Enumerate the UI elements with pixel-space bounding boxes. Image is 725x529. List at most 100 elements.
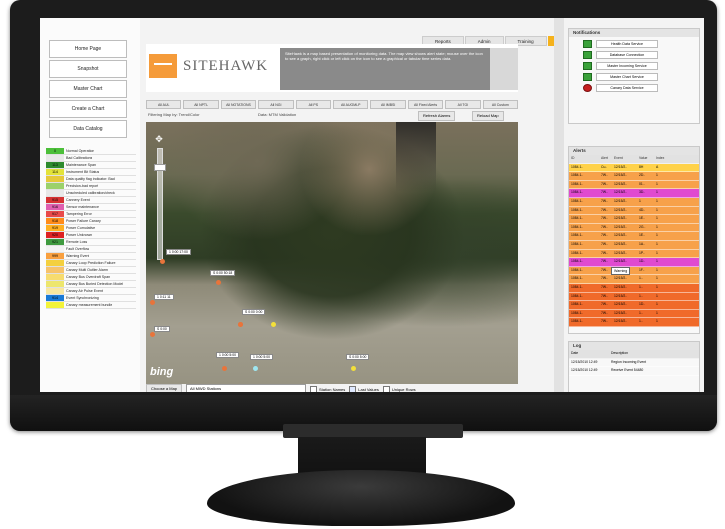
alert-row[interactable]: 1084.1.. Cu.. 12/15/2.. 8H A [569, 163, 699, 173]
log-panel: Log Date Description 12/15/2010 12:49 Reg… [568, 341, 700, 392]
alert-row[interactable]: 1084.1.. 7W.. 12/15/2.. 1E.. 1 [569, 232, 699, 241]
col-date[interactable]: Date [569, 350, 609, 358]
satellite-map[interactable]: ✥ 1 0:00 17:00 S 0:00 50:18 1 0:11 11 S … [146, 122, 518, 384]
alert-row[interactable]: 1084.1.. 7W.. 12/15/2.. 3D.. 1 [569, 189, 699, 198]
service-button[interactable]: Canary Data Service [596, 84, 658, 92]
page-scrollbar[interactable] [554, 18, 564, 392]
legend-label: Canary Loop Prediction Failure [66, 261, 116, 265]
zoom-control[interactable]: ✥ [154, 134, 166, 264]
alert-row[interactable]: 1084.1.. 7W.. 12/15/2.. 1D.. 1 [569, 301, 699, 310]
alert-row[interactable]: 1084.1.. 7W.. 12/15/2.. 1.. 1 [569, 283, 699, 293]
checkbox-box[interactable] [382, 385, 390, 392]
filter-button[interactable]: All NGI [258, 100, 294, 109]
alert-row[interactable]: 1084.1.. 7W.. 12/15/2.. 1.. 1 [569, 309, 699, 319]
col-index[interactable]: Index [654, 155, 668, 163]
filter-button[interactable]: All NOTATIONS [220, 100, 257, 109]
log-row[interactable]: 12/15/2010 12:49 Region Incoming Event [569, 359, 699, 368]
station-label: 1 0:00 5:00 [250, 354, 273, 361]
station-marker[interactable] [160, 259, 165, 264]
filter-button[interactable]: All NPTL [183, 100, 219, 109]
col-event[interactable]: Event [612, 155, 637, 163]
filter-button[interactable]: All IMBSI [370, 100, 406, 109]
refresh-alarms-button[interactable]: Refresh Alarms [418, 111, 456, 121]
master-chart-button[interactable]: Master Chart [49, 80, 127, 98]
service-item: Database Connection [583, 51, 699, 59]
station-marker[interactable] [351, 366, 356, 371]
filter-button[interactable]: All TGI [445, 100, 481, 109]
station-marker[interactable] [150, 300, 155, 305]
alert-row[interactable]: 1084.1.. 7W.. 12/15/2.. 1 1 [569, 197, 699, 207]
alert-row[interactable]: 1084.1.. 7W.. 12/15/2.. 1.. 1 [569, 292, 699, 302]
alert-cell: 7W.. [601, 284, 608, 289]
service-button[interactable]: Database Connection [596, 51, 658, 59]
alert-row[interactable]: 1084.1.. 7W.. 12/15/2.. 1.. 1 [569, 275, 699, 284]
station-marker[interactable] [150, 332, 155, 337]
checkbox-label: Unique Rows [391, 386, 416, 392]
data-catalog-button[interactable]: Data Catalog [49, 120, 127, 138]
alert-cell: 2D.. [639, 173, 646, 178]
alert-row[interactable]: 1084.1.. 7W.. 12/15/2.. 2G.. 1 [569, 223, 699, 233]
create-chart-button[interactable]: Create a Chart [49, 100, 127, 118]
station-marker[interactable] [216, 280, 221, 285]
zoom-slider-handle[interactable] [154, 164, 166, 171]
col-alert[interactable]: Alert [599, 155, 612, 163]
station-names-checkbox[interactable]: Station Names [310, 385, 345, 392]
log-date: 12/15/2010 12:49 [571, 368, 598, 373]
log-row[interactable]: 12/15/2010 12:49 Receive Event 54480 [569, 367, 699, 376]
station-marker[interactable] [238, 322, 243, 327]
filter-button[interactable]: All AUGMLP [333, 100, 369, 109]
filter-button[interactable]: All PS [295, 100, 332, 109]
service-button[interactable]: Master Incoming Service [596, 62, 658, 70]
service-button[interactable]: Master Chart Service [596, 73, 658, 81]
service-item: Master Incoming Service [583, 62, 699, 70]
alert-cell: 12/15/2.. [614, 302, 628, 307]
station-marker[interactable] [253, 366, 258, 371]
ok-status-icon [583, 40, 592, 48]
alert-row[interactable]: 1084.1.. 7W.. 12/15/2.. 1.. 1 [569, 318, 699, 327]
legend-swatch [46, 176, 64, 182]
station-label: S 0:00 50:18 [210, 270, 236, 277]
alert-legend: 0 Normal Operation Bad Calibrations 113 Main… [46, 148, 136, 309]
alert-cell: 1084.1.. [571, 216, 584, 221]
choose-map-button[interactable]: Choose a Map [146, 384, 183, 392]
legend-label: Canary Bus Buried Detection Model [66, 282, 124, 286]
station-marker[interactable] [222, 366, 227, 371]
alert-row[interactable]: 1084.1.. 7W.. 12/15/2.. 4D.. 1 [569, 206, 699, 216]
col-value[interactable]: Value [637, 155, 654, 163]
alert-row[interactable]: 1084.1.. 7W.. 12/15/2.. 2D.. 1 [569, 172, 699, 181]
alert-cell: 7W.. [601, 259, 608, 264]
legend-item: Canary Bus Overdraft Span [46, 274, 136, 281]
station-label: 1 0:00 17:00 [166, 249, 191, 256]
col-description[interactable]: Description [609, 350, 691, 358]
legend-item: 914 Event Synchronizing [46, 295, 136, 302]
reload-map-button[interactable]: Reload Map [472, 111, 504, 121]
station-marker[interactable] [271, 322, 276, 327]
log-header: Log [569, 342, 699, 350]
checkbox-box[interactable] [349, 385, 357, 392]
home-page-button[interactable]: Home Page [49, 40, 127, 58]
filter-button[interactable]: All Custom [482, 100, 519, 109]
legend-item: 0 Normal Operation [46, 148, 136, 155]
filter-button[interactable]: All Fixed Alerts [407, 100, 444, 109]
last-values-checkbox[interactable]: Last Values [349, 385, 379, 392]
station-select[interactable]: All MWD Stations [186, 384, 307, 392]
alert-cell: 7W.. [601, 293, 608, 298]
service-button[interactable]: Health Data Service [596, 40, 658, 48]
snapshot-button[interactable]: Snapshot [49, 60, 127, 78]
alert-row[interactable]: 1084.1.. 7W.. 12/15/2.. 1D.. 1 [569, 258, 699, 267]
legend-label: Canary Bus Overdraft Span [66, 275, 111, 279]
alert-row[interactable]: 1084.1.. 7W.. 12/15/2.. 01.. 1 [569, 180, 699, 190]
alert-row[interactable]: 1084.1.. 7W.. 12/15/2.. 1E.. 1 [569, 215, 699, 224]
alert-row[interactable]: 1084.1.. 7W.. 12/15/2.. 1P.. 1 [569, 249, 699, 259]
col-id[interactable]: ID [569, 155, 599, 163]
legend-swatch: 113 [46, 162, 64, 168]
alert-row[interactable]: 1084.1..7W..12/15/2..1F..1 [569, 266, 699, 276]
unique-rows-checkbox[interactable]: Unique Rows [382, 385, 416, 392]
filter-button[interactable]: All AUL [146, 100, 182, 109]
alert-row[interactable]: 1084.1.. 7W.. 12/15/2.. 1A.. 1 [569, 240, 699, 250]
alert-cell: 1 [656, 276, 658, 281]
pan-compass-icon[interactable]: ✥ [154, 134, 164, 144]
alert-cell: 7W.. [601, 233, 608, 238]
legend-item: 915 Cannery Event [46, 197, 136, 204]
checkbox-box[interactable] [310, 385, 318, 392]
